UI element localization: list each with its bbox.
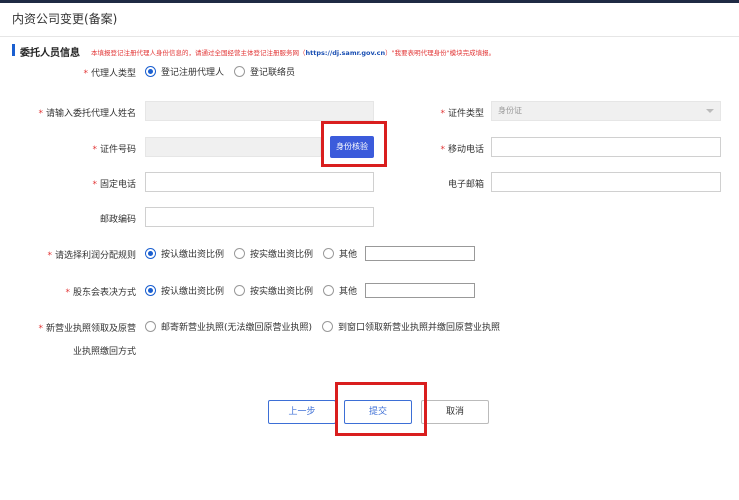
landline-label: * 固定电话 (60, 177, 136, 190)
postcode-field[interactable] (145, 207, 374, 227)
radio-label: 登记联络员 (250, 68, 296, 78)
mobile-label-text: 移动电话 (447, 145, 484, 155)
radio-label: 邮寄新营业执照(无法缴回原营业执照) (161, 323, 313, 333)
radio-label: 按实缴出资比例 (250, 250, 314, 260)
section-note: 本填报登记注册代理人身份信息的，请通过全国经营主体登记注册服务网（https:/… (91, 47, 495, 57)
required-mark: * (38, 324, 43, 334)
required-mark: * (440, 109, 445, 119)
cancel-button[interactable]: 取消 (421, 400, 489, 424)
radio-checked-icon[interactable] (145, 285, 156, 296)
required-mark: * (38, 109, 43, 119)
license-method-label: * 新营业执照领取及原营 (20, 321, 136, 334)
required-mark: * (47, 251, 52, 261)
license-method-label-line2: 业执照缴回方式 (72, 347, 136, 357)
vote-other-input[interactable] (365, 283, 476, 298)
id-type-label: * 证件类型 (420, 106, 484, 119)
section-marker (12, 44, 15, 56)
radio-profit-subscribed[interactable]: 按认缴出资比例 (145, 247, 224, 260)
radio-license-mail[interactable]: 邮寄新营业执照(无法缴回原营业执照) (145, 320, 312, 333)
section-title: 委托人员信息 (20, 48, 80, 59)
landline-label-text: 固定电话 (99, 180, 136, 190)
name-label-text: 请输入委托代理人姓名 (45, 109, 136, 119)
postcode-label: 邮政编码 (60, 212, 136, 225)
email-label-text: 电子邮箱 (447, 180, 484, 190)
profit-other-input[interactable] (365, 246, 476, 261)
radio-unchecked-icon[interactable] (323, 248, 335, 259)
radio-checked-icon[interactable] (145, 66, 156, 77)
radio-label: 按实缴出资比例 (250, 287, 314, 297)
agent-type-radio-group: 登记注册代理人 登记联络员 (145, 65, 305, 78)
id-number-label: * 证件号码 (60, 142, 136, 155)
agent-name-field[interactable] (145, 101, 374, 121)
section-note-link[interactable]: https://dj.samr.gov.cn (306, 49, 386, 57)
top-bar (0, 0, 739, 3)
id-number-label-text: 证件号码 (99, 145, 136, 155)
prev-button[interactable]: 上一步 (268, 400, 336, 424)
chevron-down-icon (706, 109, 714, 113)
id-type-select[interactable]: 身份证 (491, 101, 721, 121)
profit-rule-radio-group: 按认缴出资比例 按实缴出资比例 其他 (145, 246, 476, 261)
radio-profit-other[interactable]: 其他 (323, 247, 357, 260)
section-note-prefix: 本填报登记注册代理人身份信息的，请通过全国经营主体登记注册服务网（ (91, 49, 306, 57)
radio-profit-paid[interactable]: 按实缴出资比例 (234, 247, 313, 260)
required-mark: * (440, 145, 445, 155)
radio-registered-agent[interactable]: 登记注册代理人 (145, 65, 224, 78)
radio-vote-subscribed[interactable]: 按认缴出资比例 (145, 284, 224, 297)
radio-unchecked-icon[interactable] (234, 285, 246, 296)
highlight-box-submit (335, 382, 427, 436)
email-label: 电子邮箱 (420, 177, 484, 190)
email-field[interactable] (491, 172, 721, 192)
mobile-label: * 移动电话 (420, 142, 484, 155)
page-title: 内资公司变更(备案) (12, 12, 118, 26)
required-mark: * (65, 288, 70, 298)
postcode-label-text: 邮政编码 (99, 215, 136, 225)
radio-label: 其他 (339, 250, 358, 260)
radio-label: 按认缴出资比例 (161, 287, 225, 297)
radio-liaison[interactable]: 登记联络员 (234, 65, 295, 78)
name-label: * 请输入委托代理人姓名 (20, 106, 136, 119)
radio-unchecked-icon[interactable] (323, 285, 335, 296)
vote-method-radio-group: 按认缴出资比例 按实缴出资比例 其他 (145, 283, 476, 298)
radio-license-window[interactable]: 到窗口领取新营业执照并缴回原营业执照 (322, 320, 500, 333)
section-note-suffix: ）"我要表明代理身份"模块完成填报。 (385, 49, 496, 57)
radio-vote-paid[interactable]: 按实缴出资比例 (234, 284, 313, 297)
radio-label: 其他 (339, 287, 358, 297)
vote-method-label: * 股东会表决方式 (20, 285, 136, 298)
title-divider (0, 36, 739, 37)
radio-unchecked-icon[interactable] (234, 66, 246, 77)
profit-rule-label: * 请选择利润分配规则 (20, 248, 136, 261)
agent-type-label: * 代理人类型 (60, 66, 136, 79)
radio-label: 到窗口领取新营业执照并缴回原营业执照 (338, 323, 501, 333)
required-mark: * (92, 145, 97, 155)
id-type-label-text: 证件类型 (447, 109, 484, 119)
id-type-value: 身份证 (498, 106, 522, 115)
radio-checked-icon[interactable] (145, 248, 156, 259)
radio-unchecked-icon[interactable] (234, 248, 246, 259)
highlight-box-verify (321, 121, 387, 167)
vote-method-label-text: 股东会表决方式 (72, 288, 136, 298)
radio-label: 登记注册代理人 (161, 68, 225, 78)
landline-field[interactable] (145, 172, 374, 192)
radio-label: 按认缴出资比例 (161, 250, 225, 260)
id-number-field[interactable] (145, 137, 321, 157)
license-radio-group: 邮寄新营业执照(无法缴回原营业执照) 到窗口领取新营业执照并缴回原营业执照 (145, 320, 510, 333)
radio-vote-other[interactable]: 其他 (323, 284, 357, 297)
license-label-line1: 新营业执照领取及原营 (45, 324, 136, 334)
required-mark: * (92, 180, 97, 190)
agent-type-label-text: 代理人类型 (90, 69, 136, 79)
required-mark: * (83, 69, 88, 79)
mobile-field[interactable] (491, 137, 721, 157)
radio-unchecked-icon[interactable] (145, 321, 156, 332)
profit-rule-label-text: 请选择利润分配规则 (54, 251, 136, 261)
radio-unchecked-icon[interactable] (322, 321, 334, 332)
